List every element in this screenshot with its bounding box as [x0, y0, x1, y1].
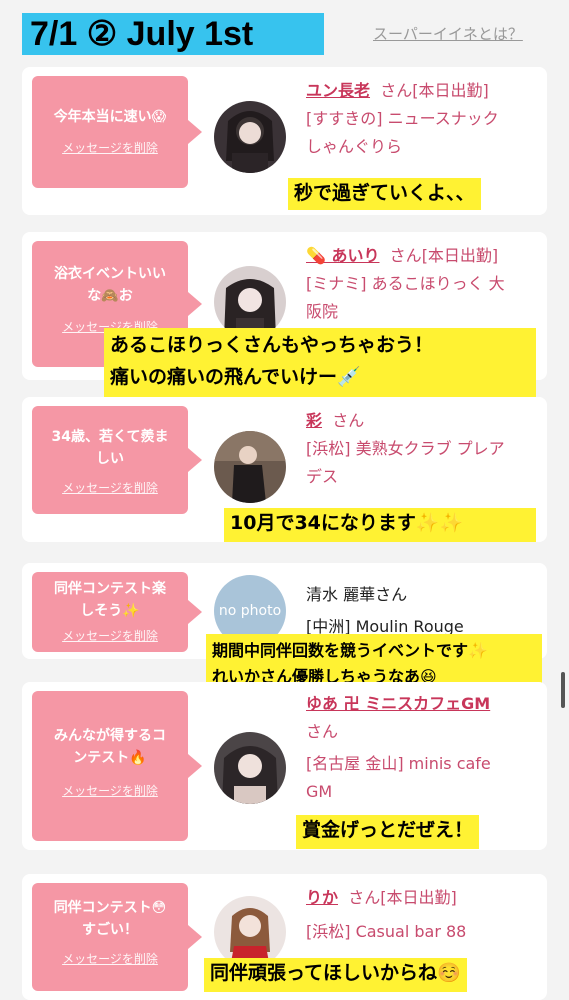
message-bubble: 同伴コンテスト😳 すごい！ メッセージを削除 [32, 883, 202, 991]
message-bubble: 今年本当に速い😱 メッセージを削除 [32, 76, 202, 188]
sender-name-link[interactable]: 💊 あいり [306, 246, 380, 265]
delete-message-link[interactable]: メッセージを削除 [38, 480, 182, 496]
message-bubble: 同伴コンテスト楽 しそう✨ メッセージを削除 [32, 572, 202, 652]
message-text-cont: すごい！ [82, 922, 138, 938]
message-text: みんなが得するコ [54, 728, 166, 744]
status-badge: [本日出勤] [380, 888, 457, 907]
message-bubble: 34歳、若くて羨ま しい メッセージを削除 [32, 406, 202, 514]
delete-message-link[interactable]: メッセージを削除 [38, 951, 182, 967]
shop-name-cont: しゃんぐりら [306, 137, 403, 156]
message-text: 今年本当に速い😱 [53, 109, 167, 125]
sender-name-link[interactable]: 彩 [306, 411, 322, 430]
honorific: さん [306, 722, 339, 741]
sender-info: ユン長老 さん[本日出勤] [すすきの] ニュースナック しゃんぐりら [306, 77, 546, 161]
message-text: 34歳、若くて羨ま [51, 429, 169, 445]
caption-note: 秒で過ぎていくよ、、 [288, 178, 481, 210]
message-text-cont: な🙈お [87, 288, 133, 304]
shop-name: [ミナミ] あるこほりっく 大 [306, 274, 505, 293]
message-bubble: みんなが得するコ ンテスト🔥 メッセージを削除 [32, 691, 202, 841]
sender-info: 💊 あいり さん[本日出勤] [ミナミ] あるこほりっく 大 阪院 [306, 242, 546, 326]
avatar[interactable] [214, 101, 286, 173]
delete-message-link[interactable]: メッセージを削除 [38, 140, 182, 156]
message-text-cont: しい [96, 451, 124, 467]
caption-line: 期間中同伴回数を競うイベントです✨ [212, 641, 488, 660]
sender-info: りか さん[本日出勤] [浜松] Casual bar 88 [306, 884, 546, 946]
sender-info: 清水 麗華さん [中洲] Moulin Rouge [306, 581, 546, 641]
sender-name-link[interactable]: りか [306, 888, 338, 907]
caption-line: 痛いの痛いの飛んでいけー💉 [110, 366, 361, 388]
message-text: 浴衣イベントいい [54, 266, 166, 282]
shop-name: [浜松] 美熟女クラブ プレア [306, 439, 505, 458]
avatar[interactable] [214, 732, 286, 804]
shop-name-cont: 阪院 [306, 302, 339, 321]
honorific: さん [389, 246, 422, 265]
super-like-help-link[interactable]: スーパーイイネとは？ [373, 23, 523, 44]
shop-name: [浜松] Casual bar 88 [306, 922, 467, 941]
caption-note: 10月で34になります✨✨ [224, 508, 536, 542]
status-badge: [本日出勤] [412, 81, 489, 100]
status-badge: [本日出勤] [421, 246, 499, 265]
scrollbar[interactable] [561, 672, 565, 708]
page-title: 7/1 ② July 1st [22, 13, 324, 55]
sender-name-link[interactable]: ゆあ 卍 ミニスカフェGM [306, 694, 490, 713]
shop-name: [名古屋 金山] minis cafe [306, 754, 491, 773]
message-text: 同伴コンテスト😳 [53, 900, 167, 916]
caption-note: 同伴頑張ってほしいからね☺️ [204, 958, 467, 992]
caption-line: あるこほりっくさんもやっちゃおう！ [110, 334, 434, 356]
sender-name[interactable]: 清水 麗華さん [306, 581, 546, 609]
caption-note: 賞金げっとだぜえ！ [296, 815, 480, 849]
shop-name-cont: デス [306, 467, 339, 486]
delete-message-link[interactable]: メッセージを削除 [38, 628, 182, 644]
avatar[interactable] [214, 431, 286, 503]
shop-name: [すすきの] ニュースナック [306, 109, 499, 128]
shop-name-cont: GM [306, 782, 333, 801]
message-text: 同伴コンテスト楽 [54, 581, 166, 597]
honorific: さん [332, 411, 365, 430]
honorific: さん [348, 888, 381, 907]
sender-name-link[interactable]: ユン長老 [306, 81, 370, 100]
message-text-cont: しそう✨ [80, 603, 140, 619]
sender-info: ゆあ 卍 ミニスカフェGM さん [名古屋 金山] minis cafe GM [306, 690, 546, 806]
caption-note: あるこほりっくさんもやっちゃおう！ 痛いの痛いの飛んでいけー💉 [104, 328, 536, 408]
message-text-cont: ンテスト🔥 [73, 750, 147, 766]
sender-info: 彩 さん [浜松] 美熟女クラブ プレア デス [306, 407, 546, 491]
delete-message-link[interactable]: メッセージを削除 [38, 783, 182, 799]
honorific: さん [380, 81, 413, 100]
